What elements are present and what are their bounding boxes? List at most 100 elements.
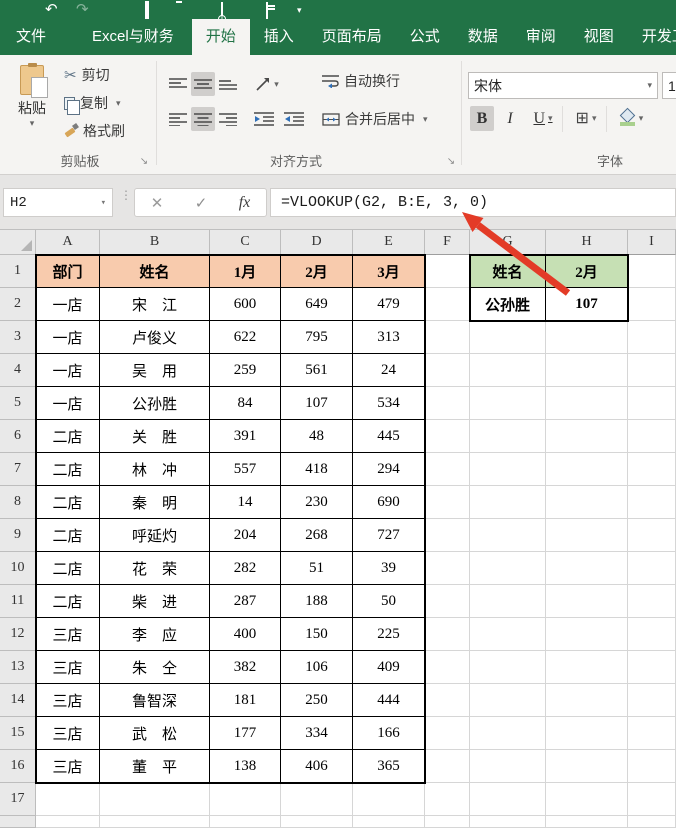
cell-C10[interactable]: 282	[210, 552, 281, 585]
cell-F10[interactable]	[425, 552, 470, 585]
cell-A6[interactable]: 二店	[36, 420, 100, 453]
cell-F12[interactable]	[425, 618, 470, 651]
cell-D10[interactable]: 51	[281, 552, 353, 585]
cell-B8[interactable]: 秦 明	[100, 486, 210, 519]
borders-button[interactable]: ⊞	[568, 106, 604, 130]
cell-A15[interactable]: 三店	[36, 717, 100, 750]
tab-page-layout[interactable]: 页面布局	[308, 19, 396, 55]
open-folder-icon[interactable]	[176, 3, 192, 18]
cell-B12[interactable]: 李 应	[100, 618, 210, 651]
cell-D11[interactable]: 188	[281, 585, 353, 618]
underline-button[interactable]: U	[526, 106, 560, 131]
cell-F13[interactable]	[425, 651, 470, 684]
col-header-I[interactable]: I	[628, 230, 676, 255]
row-header-15[interactable]: 15	[0, 717, 36, 750]
cell-A13[interactable]: 三店	[36, 651, 100, 684]
cell-E5[interactable]: 534	[353, 387, 425, 420]
cell-F3[interactable]	[425, 321, 470, 354]
align-right-button[interactable]	[216, 107, 240, 131]
formula-input[interactable]: =VLOOKUP(G2, B:E, 3, 0)	[270, 188, 676, 217]
customize-toolbar-icon[interactable]: ▾	[297, 5, 302, 16]
cell-G4[interactable]	[470, 354, 546, 387]
formula-bar-resize-handle[interactable]: ⋮	[120, 189, 132, 201]
font-name-combo[interactable]: 宋体 ▾	[468, 72, 658, 99]
cell-G18[interactable]	[470, 816, 546, 828]
cell-G8[interactable]	[470, 486, 546, 519]
fill-color-button[interactable]	[612, 106, 650, 130]
cell-H15[interactable]	[546, 717, 628, 750]
align-top-button[interactable]	[166, 72, 190, 96]
cell-E7[interactable]: 294	[353, 453, 425, 486]
cell-F9[interactable]	[425, 519, 470, 552]
cell-D7[interactable]: 418	[281, 453, 353, 486]
cell-H4[interactable]	[546, 354, 628, 387]
cell-F1[interactable]	[425, 255, 470, 288]
cut-button[interactable]: ✂ 剪切	[64, 64, 110, 86]
cell-H12[interactable]	[546, 618, 628, 651]
cell-A14[interactable]: 三店	[36, 684, 100, 717]
cell-C5[interactable]: 84	[210, 387, 281, 420]
cell-D3[interactable]: 795	[281, 321, 353, 354]
cell-C17[interactable]	[210, 783, 281, 816]
cell-E12[interactable]: 225	[353, 618, 425, 651]
cell-B11[interactable]: 柴 进	[100, 585, 210, 618]
cell-H10[interactable]	[546, 552, 628, 585]
cell-E11[interactable]: 50	[353, 585, 425, 618]
cell-D18[interactable]	[281, 816, 353, 828]
cell-G2[interactable]: 公孙胜	[470, 288, 546, 321]
cell-G9[interactable]	[470, 519, 546, 552]
row-header-1[interactable]: 1	[0, 255, 36, 288]
cell-G1[interactable]: 姓名	[470, 255, 546, 288]
paste-button[interactable]: 粘贴 ▾	[8, 63, 56, 147]
row-header-14[interactable]: 14	[0, 684, 36, 717]
cell-B17[interactable]	[100, 783, 210, 816]
cell-C6[interactable]: 391	[210, 420, 281, 453]
cell-I7[interactable]	[628, 453, 676, 486]
col-header-E[interactable]: E	[353, 230, 425, 255]
cell-H14[interactable]	[546, 684, 628, 717]
cell-C12[interactable]: 400	[210, 618, 281, 651]
cell-D14[interactable]: 250	[281, 684, 353, 717]
cell-B9[interactable]: 呼延灼	[100, 519, 210, 552]
row-header-6[interactable]: 6	[0, 420, 36, 453]
cell-E6[interactable]: 445	[353, 420, 425, 453]
save-icon[interactable]	[14, 3, 30, 18]
print-preview-icon[interactable]	[221, 2, 237, 19]
cell-B5[interactable]: 公孙胜	[100, 387, 210, 420]
cell-H8[interactable]	[546, 486, 628, 519]
cell-A17[interactable]	[36, 783, 100, 816]
row-header-5[interactable]: 5	[0, 387, 36, 420]
cell-G16[interactable]	[470, 750, 546, 783]
cell-B2[interactable]: 宋 江	[100, 288, 210, 321]
cell-D8[interactable]: 230	[281, 486, 353, 519]
cell-A12[interactable]: 三店	[36, 618, 100, 651]
cell-B15[interactable]: 武 松	[100, 717, 210, 750]
cell-C16[interactable]: 138	[210, 750, 281, 783]
cell-I16[interactable]	[628, 750, 676, 783]
cell-G17[interactable]	[470, 783, 546, 816]
row-header-3[interactable]: 3	[0, 321, 36, 354]
cell-G11[interactable]	[470, 585, 546, 618]
cell-E17[interactable]	[353, 783, 425, 816]
tab-excel-finance[interactable]: Excel与财务	[78, 19, 188, 55]
cell-I6[interactable]	[628, 420, 676, 453]
col-header-F[interactable]: F	[425, 230, 470, 255]
row-header-16[interactable]: 16	[0, 750, 36, 783]
cell-B16[interactable]: 董 平	[100, 750, 210, 783]
cell-B14[interactable]: 鲁智深	[100, 684, 210, 717]
tab-insert[interactable]: 插入	[250, 19, 308, 55]
cell-I13[interactable]	[628, 651, 676, 684]
cell-D6[interactable]: 48	[281, 420, 353, 453]
cell-F11[interactable]	[425, 585, 470, 618]
cell-G6[interactable]	[470, 420, 546, 453]
bold-button[interactable]: B	[470, 106, 494, 131]
cell-H1[interactable]: 2月	[546, 255, 628, 288]
cell-C9[interactable]: 204	[210, 519, 281, 552]
cell-B4[interactable]: 吴 用	[100, 354, 210, 387]
cell-I17[interactable]	[628, 783, 676, 816]
cell-I5[interactable]	[628, 387, 676, 420]
cell-E10[interactable]: 39	[353, 552, 425, 585]
cell-E14[interactable]: 444	[353, 684, 425, 717]
cell-A9[interactable]: 二店	[36, 519, 100, 552]
cell-C18[interactable]	[210, 816, 281, 828]
